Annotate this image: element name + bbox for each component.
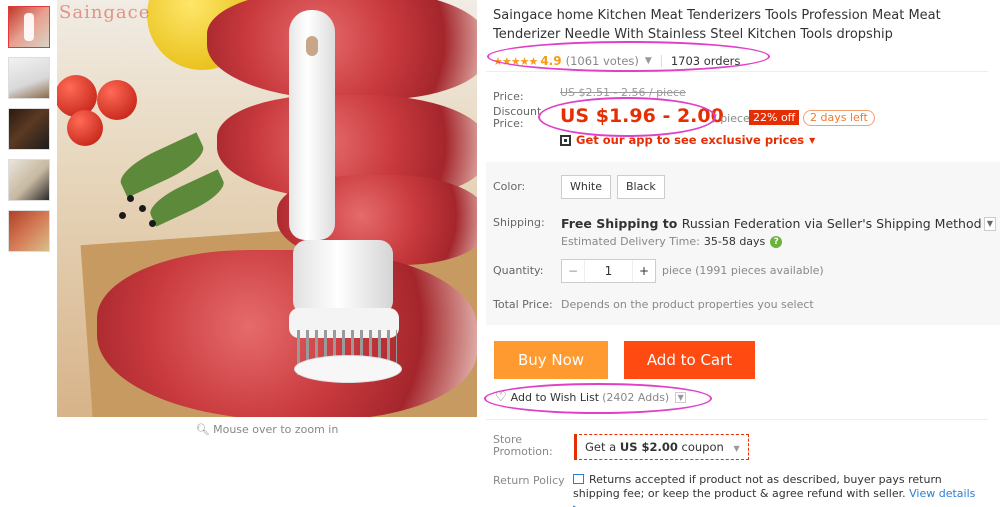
- shipping-dropdown-icon[interactable]: ▼: [984, 217, 996, 231]
- divider: [660, 55, 662, 67]
- tomato-decoration: [67, 110, 103, 146]
- store-promotion-label: Store Promotion:: [493, 433, 553, 458]
- free-shipping-text: Free Shipping to: [561, 216, 678, 231]
- return-policy-text: Returns accepted if product not as descr…: [573, 473, 942, 500]
- magnifier-icon: 🔍︎: [195, 423, 210, 436]
- delivery-estimate: Estimated Delivery Time: 35-58 days ?: [561, 235, 783, 248]
- quantity-available: piece (1991 pieces available): [662, 264, 824, 277]
- divider: [486, 419, 988, 420]
- votes-count[interactable]: (1061 votes): [566, 54, 639, 68]
- qr-code-icon: [560, 134, 571, 146]
- chevron-down-icon[interactable]: ▼: [645, 56, 652, 66]
- discount-price: US $1.96 - 2.00: [560, 105, 724, 127]
- add-to-cart-button[interactable]: Add to Cart: [624, 341, 755, 379]
- thumbnail-2[interactable]: [8, 57, 50, 99]
- coupon-amount: US $2.00: [619, 440, 678, 454]
- thumbnail-1[interactable]: [8, 6, 50, 48]
- price-label: Price:: [493, 90, 524, 103]
- brand-watermark: Saingace: [59, 2, 151, 23]
- quantity-label: Quantity:: [493, 264, 544, 277]
- thumbnail-4[interactable]: [8, 159, 50, 201]
- steak-image: [207, 0, 477, 100]
- coupon-suffix: coupon: [681, 440, 724, 454]
- chevron-down-icon: ▼: [809, 135, 816, 145]
- coupon-prefix: Get a: [585, 440, 617, 454]
- color-option-white[interactable]: White: [561, 175, 611, 199]
- return-policy: Returns accepted if product not as descr…: [573, 473, 983, 507]
- quantity-stepper[interactable]: − 1 +: [561, 259, 656, 283]
- color-label: Color:: [493, 180, 526, 193]
- price-unit: / piece: [713, 112, 750, 125]
- help-icon[interactable]: ?: [770, 235, 783, 248]
- wishlist-count: (2402 Adds): [602, 391, 670, 404]
- heart-icon: ♡: [495, 390, 507, 405]
- shipping-method[interactable]: Free Shipping to Russian Federation via …: [561, 216, 982, 231]
- discount-badge: 22% off: [749, 110, 800, 125]
- app-promo-link[interactable]: Get our app to see exclusive prices ▼: [560, 133, 815, 147]
- days-left-badge: 2 days left: [803, 110, 875, 126]
- thumbnail-strip: [8, 6, 50, 261]
- zoom-hint-text: Mouse over to zoom in: [213, 423, 339, 436]
- discount-price-label: Discount Price:: [493, 105, 542, 130]
- increase-quantity-button[interactable]: +: [633, 264, 655, 278]
- main-product-image[interactable]: Saingace: [57, 0, 477, 417]
- shipping-destination: Russian Federation via Seller's Shipping…: [681, 216, 982, 231]
- steak-image: [97, 250, 477, 417]
- zoom-hint: 🔍︎ Mouse over to zoom in: [57, 423, 477, 436]
- product-title: Saingace home Kitchen Meat Tenderizers T…: [493, 8, 941, 42]
- store-coupon[interactable]: Get a US $2.00 coupon ▼: [574, 434, 749, 460]
- return-policy-label: Return Policy: [493, 474, 565, 487]
- quantity-input[interactable]: 1: [584, 260, 633, 282]
- divider: [486, 71, 988, 72]
- total-price-info: Depends on the product properties you se…: [561, 298, 814, 311]
- decrease-quantity-button[interactable]: −: [562, 264, 584, 278]
- orders-count: 1703 orders: [670, 54, 741, 68]
- tenderizer-body: [293, 240, 393, 315]
- product-info: Saingace home Kitchen Meat Tenderizers T…: [493, 6, 993, 70]
- price-section: Price: US $2.51 - 2.56 / piece Discount …: [493, 85, 993, 147]
- policy-icon: [573, 474, 584, 484]
- delivery-label: Estimated Delivery Time:: [561, 235, 700, 248]
- total-price-label: Total Price:: [493, 298, 553, 311]
- wishlist-label: Add to Wish List: [510, 391, 600, 404]
- thumbnail-3[interactable]: [8, 108, 50, 150]
- thumbnail-5[interactable]: [8, 210, 50, 252]
- delivery-value: 35-58 days: [703, 235, 766, 248]
- add-to-wishlist[interactable]: ♡ Add to Wish List (2402 Adds) ▼: [495, 390, 687, 405]
- star-rating-icon: ★★★★★: [493, 54, 538, 68]
- tomato-decoration: [97, 80, 137, 120]
- chevron-down-icon: ▼: [733, 444, 740, 453]
- shipping-label: Shipping:: [493, 216, 545, 229]
- chevron-down-icon[interactable]: ▼: [675, 392, 687, 403]
- rating-value: 4.9: [540, 54, 562, 68]
- original-price: US $2.51 - 2.56 / piece: [560, 86, 686, 99]
- rating-row: ★★★★★ 4.9 (1061 votes) ▼ 1703 orders: [493, 52, 993, 70]
- app-promo-text: Get our app to see exclusive prices: [576, 133, 805, 147]
- buy-now-button[interactable]: Buy Now: [494, 341, 608, 379]
- color-option-black[interactable]: Black: [617, 175, 665, 199]
